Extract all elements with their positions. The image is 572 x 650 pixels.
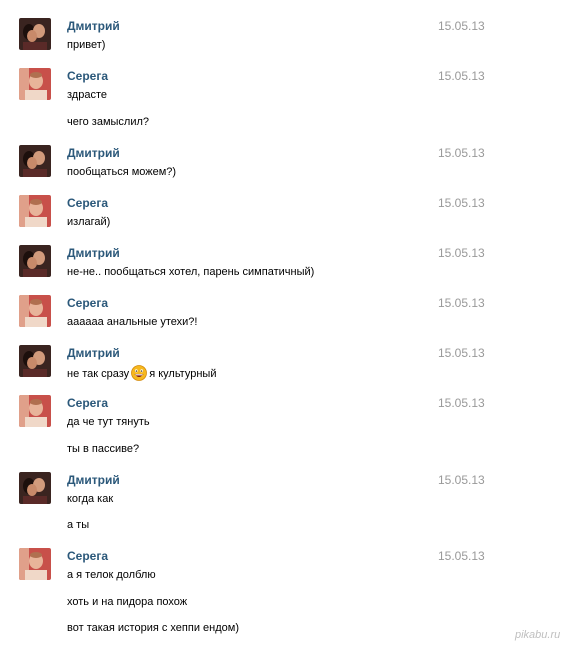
author-name[interactable]: Серега	[67, 549, 108, 563]
avatar-dmitry[interactable]	[19, 245, 51, 277]
message-text: привет)	[67, 39, 106, 51]
message-date[interactable]: 15.05.13	[438, 196, 485, 210]
message-text: здрасте	[67, 89, 107, 101]
message-text-part: не так сразу	[67, 368, 130, 380]
author-name[interactable]: Дмитрий	[67, 473, 120, 487]
message-date[interactable]: 15.05.13	[438, 296, 485, 310]
author-name[interactable]: Дмитрий	[67, 19, 120, 33]
avatar-serega[interactable]	[19, 68, 51, 100]
message-date[interactable]: 15.05.13	[438, 146, 485, 160]
message-date[interactable]: 15.05.13	[438, 69, 485, 83]
author-name[interactable]: Дмитрий	[67, 346, 120, 360]
message-text: не-не.. пообщаться хотел, парень симпати…	[67, 266, 315, 278]
message-date[interactable]: 15.05.13	[438, 549, 485, 563]
author-name[interactable]: Серега	[67, 69, 108, 83]
grinning-face-emoji-icon	[131, 365, 148, 384]
avatar-serega[interactable]	[19, 395, 51, 427]
avatar-dmitry[interactable]	[19, 472, 51, 504]
avatar-serega[interactable]	[19, 548, 51, 580]
author-name[interactable]: Серега	[67, 396, 108, 410]
avatar-serega[interactable]	[19, 195, 51, 227]
author-name[interactable]: Дмитрий	[67, 146, 120, 160]
author-name[interactable]: Серега	[67, 296, 108, 310]
avatar-dmitry[interactable]	[19, 345, 51, 377]
message-date[interactable]: 15.05.13	[438, 19, 485, 33]
message-text: излагай)	[67, 216, 111, 228]
message-text-part: я культурный	[149, 368, 217, 380]
message-date[interactable]: 15.05.13	[438, 473, 485, 487]
message-text: а я телок долблю	[67, 569, 156, 581]
message-date[interactable]: 15.05.13	[438, 246, 485, 260]
message-text: аааааа анальные утехи?!	[67, 316, 198, 328]
message-text: ты в пассиве?	[67, 443, 140, 455]
message-text: вот такая история с хеппи ендом)	[67, 622, 239, 634]
message-text: хоть и на пидора похож	[67, 596, 188, 608]
avatar-dmitry[interactable]	[19, 145, 51, 177]
author-name[interactable]: Дмитрий	[67, 246, 120, 260]
message-text: да че тут тянуть	[67, 416, 150, 428]
message-date[interactable]: 15.05.13	[438, 346, 485, 360]
message-date[interactable]: 15.05.13	[438, 396, 485, 410]
avatar-serega[interactable]	[19, 295, 51, 327]
message-text: когда как	[67, 493, 114, 505]
message-text: не так сразу я культурный	[67, 365, 216, 384]
message-text: а ты	[67, 519, 90, 531]
message-text: пообщаться можем?)	[67, 166, 177, 178]
author-name[interactable]: Серега	[67, 196, 108, 210]
avatar-dmitry[interactable]	[19, 18, 51, 50]
message-text: чего замыслил?	[67, 116, 150, 128]
watermark: pikabu.ru	[515, 629, 561, 641]
